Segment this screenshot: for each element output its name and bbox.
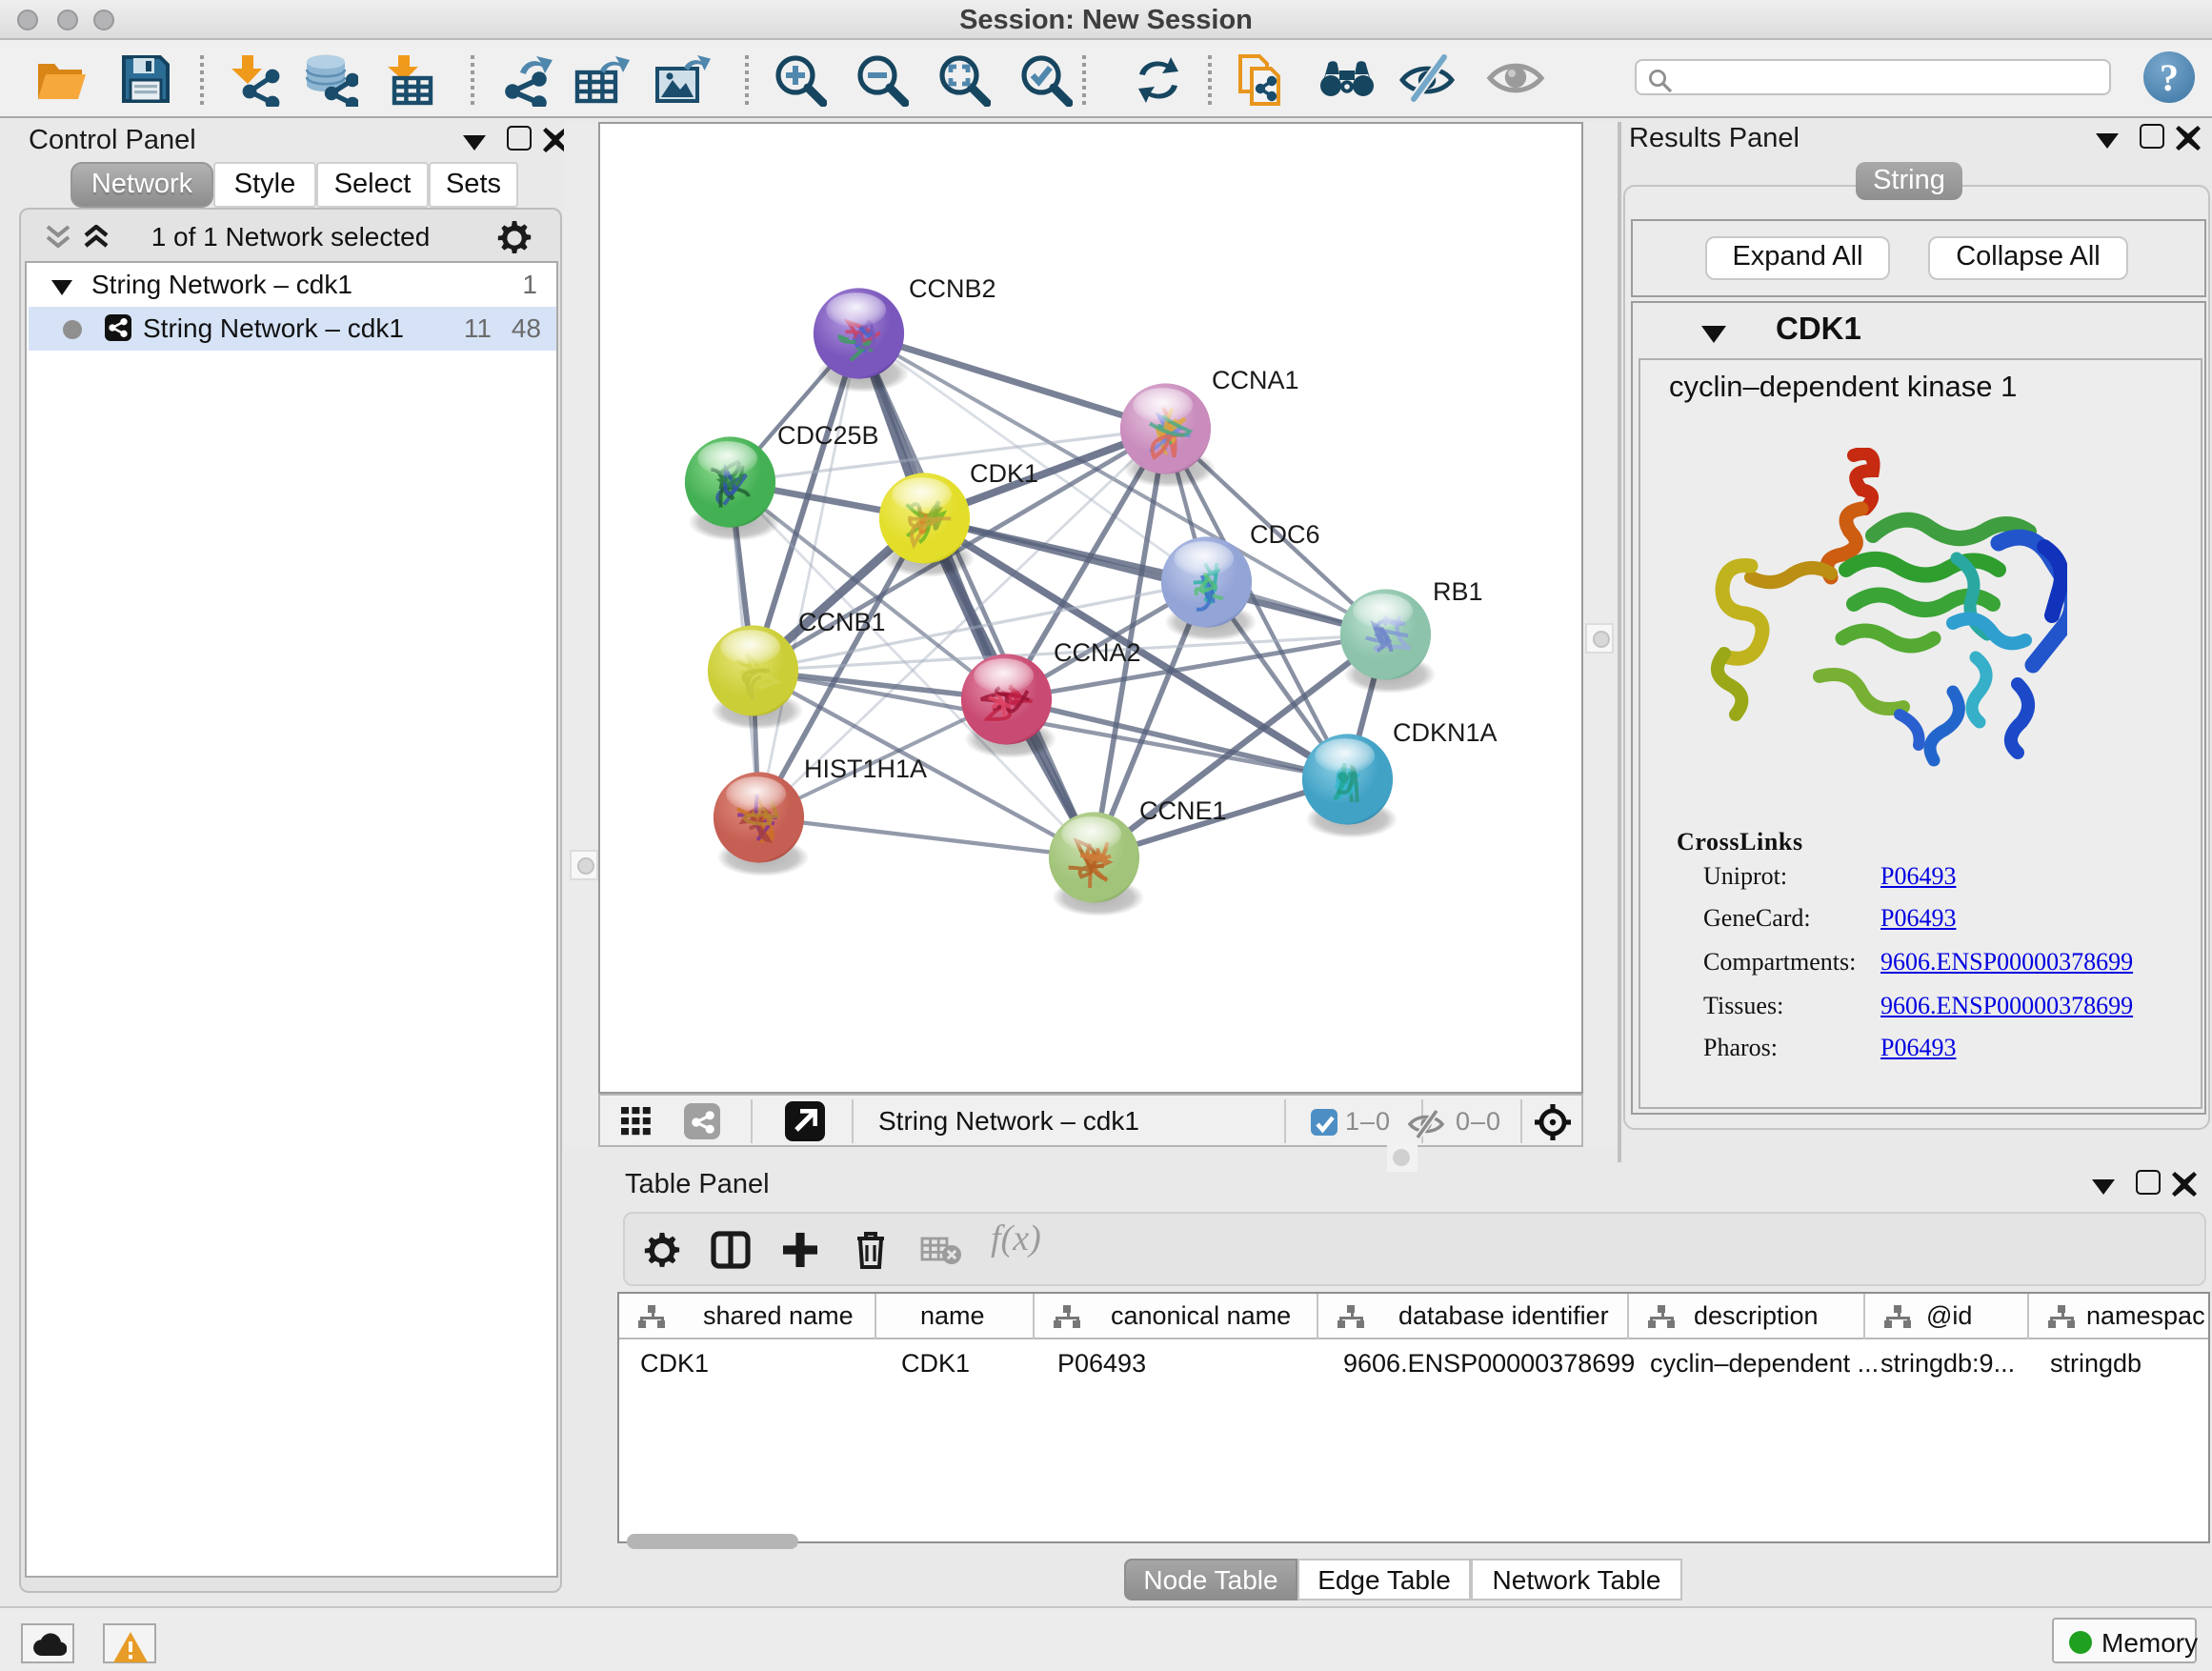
svg-text:HIST1H1A: HIST1H1A	[804, 755, 927, 783]
svg-text:?: ?	[2160, 56, 2179, 99]
svg-text:CDKN1A: CDKN1A	[1393, 718, 1498, 747]
svg-text:RB1: RB1	[1433, 577, 1483, 606]
svg-text:CDC6: CDC6	[1250, 520, 1320, 549]
svg-text:CCNE1: CCNE1	[1139, 796, 1227, 825]
svg-text:CCNB1: CCNB1	[798, 608, 886, 636]
svg-text:CCNA2: CCNA2	[1054, 638, 1141, 667]
svg-text:CCNA1: CCNA1	[1212, 366, 1299, 394]
svg-text:CCNB2: CCNB2	[909, 274, 996, 303]
svg-text:CDC25B: CDC25B	[777, 421, 879, 450]
svg-text:CDK1: CDK1	[970, 459, 1038, 488]
